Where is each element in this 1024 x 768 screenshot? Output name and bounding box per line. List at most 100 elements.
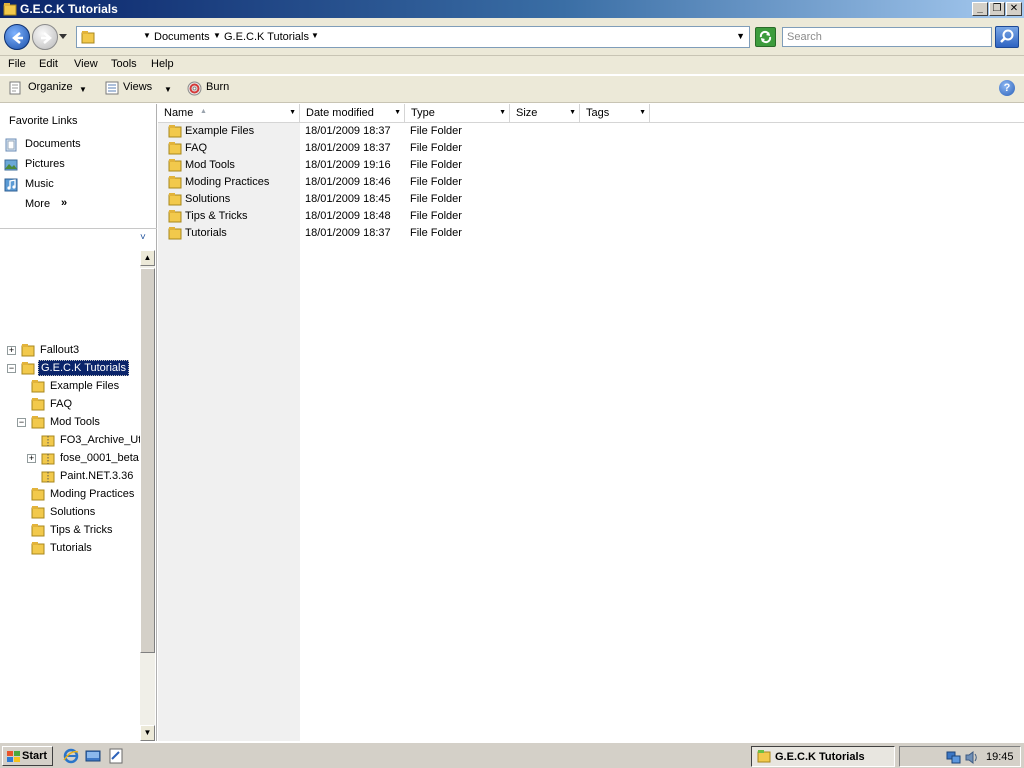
views-dropdown-icon[interactable]: ▼ bbox=[164, 85, 172, 94]
search-button[interactable] bbox=[995, 26, 1019, 48]
file-row[interactable]: Solutions 18/01/2009 18:45 File Folder bbox=[158, 191, 1024, 208]
views-button[interactable]: Views bbox=[123, 81, 152, 93]
tree-node-label: Fallout3 bbox=[40, 344, 80, 356]
tree-node-tips-tricks[interactable]: Tips & Tricks bbox=[0, 522, 140, 540]
scrollbar-thumb[interactable] bbox=[140, 268, 155, 653]
pane-divider[interactable] bbox=[0, 228, 157, 229]
tree-node-mod-tools[interactable]: − Mod Tools bbox=[0, 414, 140, 432]
column-filter-dropdown-icon[interactable]: ▼ bbox=[289, 109, 296, 116]
column-filter-dropdown-icon[interactable]: ▼ bbox=[499, 109, 506, 116]
column-header-name[interactable]: Name ▲ ▼ bbox=[158, 104, 300, 123]
zip-folder-icon bbox=[41, 471, 55, 483]
show-desktop-icon[interactable] bbox=[85, 748, 101, 764]
organize-dropdown-icon[interactable]: ▼ bbox=[79, 85, 87, 94]
search-input[interactable]: Search bbox=[782, 27, 992, 47]
forward-button[interactable] bbox=[32, 24, 58, 50]
tree-node-example-files[interactable]: Example Files bbox=[0, 378, 140, 396]
taskbar-window-button[interactable]: G.E.C.K Tutorials bbox=[751, 746, 895, 767]
burn-button[interactable]: Burn bbox=[206, 81, 229, 93]
favorite-links-heading: Favorite Links bbox=[9, 115, 78, 127]
zip-folder-icon bbox=[41, 435, 55, 447]
back-arrow-icon bbox=[12, 32, 23, 44]
tree-node-solutions[interactable]: Solutions bbox=[0, 504, 140, 522]
breadcrumb-documents[interactable]: Documents bbox=[154, 31, 210, 43]
navigation-pane: Favorite Links Documents Pictures Music … bbox=[0, 104, 157, 741]
favorite-label: More bbox=[25, 198, 51, 210]
scroll-up-icon[interactable]: ▲ bbox=[140, 250, 155, 266]
tree-node-geck-tutorials[interactable]: − G.E.C.K Tutorials bbox=[0, 360, 140, 378]
favorite-label: Documents bbox=[25, 138, 81, 150]
volume-icon[interactable] bbox=[964, 750, 979, 765]
restore-button[interactable]: ❐ bbox=[989, 2, 1005, 16]
column-filter-dropdown-icon[interactable]: ▼ bbox=[394, 109, 401, 116]
tree-node-fallout3[interactable]: + Fallout3 bbox=[0, 342, 140, 360]
notepad-icon[interactable] bbox=[108, 748, 124, 764]
command-bar: Organize ▼ Views ▼ Burn bbox=[0, 76, 1024, 103]
menu-view[interactable]: View bbox=[74, 58, 98, 70]
file-date: 18/01/2009 18:46 bbox=[305, 176, 391, 188]
breadcrumb-separator-icon[interactable]: ▼ bbox=[213, 31, 221, 40]
menu-help[interactable]: Help bbox=[151, 58, 174, 70]
file-date: 18/01/2009 19:16 bbox=[305, 159, 391, 171]
file-row[interactable]: FAQ 18/01/2009 18:37 File Folder bbox=[158, 140, 1024, 157]
file-row[interactable]: Example Files 18/01/2009 18:37 File Fold… bbox=[158, 123, 1024, 140]
refresh-button[interactable] bbox=[755, 27, 776, 47]
breadcrumb-separator-icon[interactable]: ▼ bbox=[311, 31, 319, 40]
menu-tools[interactable]: Tools bbox=[111, 58, 137, 70]
tree-scrollbar[interactable]: ▲ ▼ bbox=[140, 250, 155, 741]
folder-open-icon bbox=[21, 362, 35, 375]
help-icon[interactable]: ? bbox=[999, 80, 1015, 96]
favorite-pictures[interactable]: Pictures bbox=[0, 156, 150, 174]
tree-node-paint-net[interactable]: Paint.NET.3.36 bbox=[0, 468, 140, 486]
start-button[interactable]: Start bbox=[2, 746, 53, 766]
back-button[interactable] bbox=[4, 24, 30, 50]
sort-ascending-icon: ▲ bbox=[200, 108, 207, 115]
recent-pages-dropdown-icon[interactable] bbox=[59, 34, 67, 40]
refresh-icon bbox=[759, 30, 772, 44]
column-header-date-modified[interactable]: Date modified ▼ bbox=[300, 104, 405, 123]
breadcrumb-separator-icon[interactable]: ▼ bbox=[143, 31, 151, 40]
tree-node-tutorials[interactable]: Tutorials bbox=[0, 540, 140, 558]
favorite-documents[interactable]: Documents bbox=[0, 136, 150, 154]
menu-file[interactable]: File bbox=[8, 58, 26, 70]
column-filter-dropdown-icon[interactable]: ▼ bbox=[569, 109, 576, 116]
column-label: Size bbox=[516, 107, 538, 119]
minimize-button[interactable]: _ bbox=[972, 2, 988, 16]
title-bar[interactable]: G.E.C.K Tutorials _ ❐ ✕ bbox=[0, 0, 1024, 18]
expand-icon[interactable]: + bbox=[27, 454, 36, 463]
organize-button[interactable]: Organize bbox=[28, 81, 73, 93]
close-button[interactable]: ✕ bbox=[1006, 2, 1022, 16]
column-label: Name bbox=[164, 107, 194, 119]
network-icon[interactable] bbox=[946, 750, 961, 765]
column-header-type[interactable]: Type ▼ bbox=[405, 104, 510, 123]
folder-icon bbox=[168, 125, 182, 138]
file-row[interactable]: Tutorials 18/01/2009 18:37 File Folder bbox=[158, 225, 1024, 242]
tree-node-moding-practices[interactable]: Moding Practices bbox=[0, 486, 140, 504]
folders-collapse-chevron-icon[interactable]: ˅ bbox=[140, 232, 146, 243]
column-header-size[interactable]: Size ▼ bbox=[510, 104, 580, 123]
expand-icon[interactable]: + bbox=[7, 346, 16, 355]
folder-icon bbox=[168, 176, 182, 189]
file-name: Moding Practices bbox=[185, 176, 270, 188]
file-row[interactable]: Tips & Tricks 18/01/2009 18:48 File Fold… bbox=[158, 208, 1024, 225]
tree-node-fose[interactable]: + fose_0001_beta bbox=[0, 450, 140, 468]
internet-explorer-icon[interactable] bbox=[63, 748, 79, 764]
address-field[interactable]: ▼ Documents ▼ G.E.C.K Tutorials ▼ ▼ bbox=[76, 26, 750, 48]
scroll-down-icon[interactable]: ▼ bbox=[140, 725, 155, 741]
file-name: Tutorials bbox=[185, 227, 227, 239]
collapse-icon[interactable]: − bbox=[17, 418, 26, 427]
tree-node-faq[interactable]: FAQ bbox=[0, 396, 140, 414]
menu-bar: File Edit View Tools Help bbox=[0, 56, 1024, 74]
tree-node-fo3-archive[interactable]: FO3_Archive_Utility bbox=[0, 432, 140, 450]
breadcrumb-geck-tutorials[interactable]: G.E.C.K Tutorials bbox=[224, 31, 309, 43]
file-row[interactable]: Moding Practices 18/01/2009 18:46 File F… bbox=[158, 174, 1024, 191]
column-header-tags[interactable]: Tags ▼ bbox=[580, 104, 650, 123]
file-row[interactable]: Mod Tools 18/01/2009 19:16 File Folder bbox=[158, 157, 1024, 174]
menu-edit[interactable]: Edit bbox=[39, 58, 58, 70]
column-filter-dropdown-icon[interactable]: ▼ bbox=[639, 109, 646, 116]
tree-node-label: Tips & Tricks bbox=[50, 524, 113, 536]
favorite-more[interactable]: More » bbox=[0, 196, 150, 214]
address-history-dropdown-icon[interactable]: ▼ bbox=[736, 31, 745, 41]
collapse-icon[interactable]: − bbox=[7, 364, 16, 373]
favorite-music[interactable]: Music bbox=[0, 176, 150, 194]
